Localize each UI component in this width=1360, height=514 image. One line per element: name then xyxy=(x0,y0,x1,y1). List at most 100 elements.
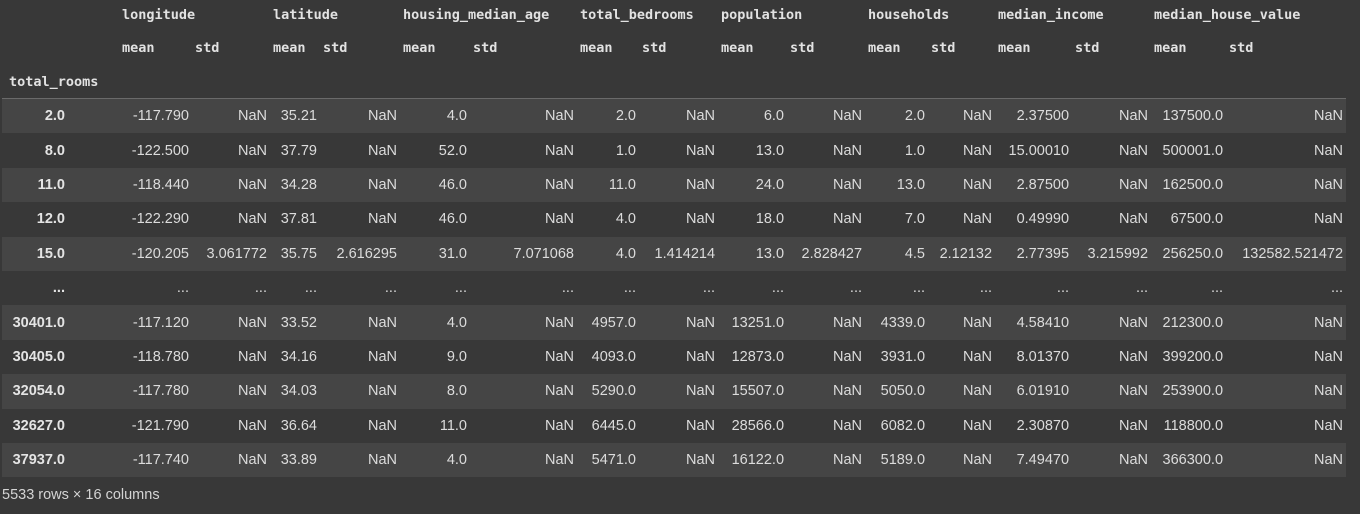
column-header-latitude: latitude xyxy=(273,7,339,23)
table-cell: NaN xyxy=(320,374,400,409)
table-cell: ... xyxy=(928,270,996,306)
table-cell: NaN xyxy=(639,442,719,478)
table-cell: ... xyxy=(1226,270,1347,306)
row-index: 12.0 xyxy=(2,202,119,237)
table-cell: 5189.0 xyxy=(865,442,929,478)
sub-header-std: std xyxy=(931,40,956,56)
table-cell: ... xyxy=(1151,270,1227,306)
column-header-population: population xyxy=(721,7,803,23)
table-cell: NaN xyxy=(1226,305,1347,340)
table-cell: 7.49470 xyxy=(995,442,1073,478)
table-cell: 28566.0 xyxy=(718,408,788,443)
table-cell: 15.00010 xyxy=(995,133,1073,168)
table-cell: 4.58410 xyxy=(995,305,1073,340)
column-header-housing-median-age: housing_median_age xyxy=(403,7,550,23)
table-cell: 4.0 xyxy=(400,305,470,340)
sub-header-mean: mean xyxy=(403,40,436,56)
column-header-total-bedrooms: total_bedrooms xyxy=(580,7,694,23)
table-cell: -118.440 xyxy=(119,167,192,203)
sub-header-mean: mean xyxy=(580,40,613,56)
table-cell: NaN xyxy=(1072,98,1152,134)
table-cell: 162500.0 xyxy=(1151,167,1227,203)
table-cell: NaN xyxy=(639,374,719,409)
table-row: 12.0 -122.290 NaN 37.81 NaN 46.0 NaN 4.0 NaN 18.0… xyxy=(2,202,1347,237)
table-cell: 36.64 xyxy=(270,408,320,443)
row-index: 32054.0 xyxy=(2,374,119,409)
table-cell: ... xyxy=(995,270,1073,306)
table-cell: NaN xyxy=(192,442,270,478)
table-cell: NaN xyxy=(192,305,270,340)
column-header-households: households xyxy=(868,7,950,23)
table-cell: NaN xyxy=(1072,442,1152,478)
table-cell: NaN xyxy=(787,133,866,168)
table-cell: NaN xyxy=(639,133,719,168)
header-corner-sub xyxy=(2,30,119,66)
table-cell: NaN xyxy=(320,202,400,237)
table-cell: NaN xyxy=(928,202,996,237)
column-header-median-house-value: median_house_value xyxy=(1154,7,1301,23)
table-cell: NaN xyxy=(1226,202,1347,237)
table-cell: 366300.0 xyxy=(1151,442,1227,478)
table-cell: NaN xyxy=(320,339,400,375)
table-cell: NaN xyxy=(928,339,996,375)
table-cell: 2.0 xyxy=(577,98,639,134)
table-cell: -122.290 xyxy=(119,202,192,237)
table-cell: 1.414214 xyxy=(639,236,719,271)
table-cell: NaN xyxy=(192,408,270,443)
table-cell: 2.616295 xyxy=(320,236,400,271)
table-cell: 13.0 xyxy=(865,167,929,203)
table-cell: 37.79 xyxy=(270,133,320,168)
row-index: 32627.0 xyxy=(2,408,119,443)
table-cell: NaN xyxy=(1072,374,1152,409)
table-cell: 2.0 xyxy=(865,98,929,134)
table-cell: 11.0 xyxy=(577,167,639,203)
table-cell: NaN xyxy=(1072,133,1152,168)
table-row: 32054.0 -117.780 NaN 34.03 NaN 8.0 NaN 5290.0 Na… xyxy=(2,374,1347,409)
table-cell: NaN xyxy=(787,305,866,340)
table-cell: NaN xyxy=(1226,133,1347,168)
table-cell: 4.0 xyxy=(577,236,639,271)
table-cell: 1.0 xyxy=(865,133,929,168)
table-cell: -122.500 xyxy=(119,133,192,168)
table-cell: 24.0 xyxy=(718,167,788,203)
table-cell: ... xyxy=(192,270,270,306)
table-cell: 7.071068 xyxy=(470,236,577,271)
table-cell: NaN xyxy=(470,442,577,478)
table-cell: NaN xyxy=(1072,202,1152,237)
table-cell: ... xyxy=(639,270,719,306)
table-cell: 4.0 xyxy=(400,98,470,134)
table-cell: NaN xyxy=(928,408,996,443)
sub-header-mean: mean xyxy=(122,40,155,56)
table-cell: ... xyxy=(718,270,788,306)
table-cell: -121.790 xyxy=(119,408,192,443)
table-cell: 18.0 xyxy=(718,202,788,237)
table-cell: NaN xyxy=(928,442,996,478)
table-body: 2.0 -117.790 NaN 35.21 NaN 4.0 NaN 2.0 NaN 6.0 NaN… xyxy=(2,98,1347,478)
table-cell: NaN xyxy=(928,167,996,203)
table-row: 15.0 -120.205 3.061772 35.75 2.616295 31.0 7.0… xyxy=(2,236,1347,271)
table-cell: NaN xyxy=(470,98,577,134)
table-cell: NaN xyxy=(192,167,270,203)
table-cell: -117.790 xyxy=(119,98,192,134)
table-cell: NaN xyxy=(787,408,866,443)
table-cell: NaN xyxy=(1226,167,1347,203)
table-cell: NaN xyxy=(639,408,719,443)
table-cell: 33.89 xyxy=(270,442,320,478)
table-cell: 500001.0 xyxy=(1151,133,1227,168)
table-cell: NaN xyxy=(320,442,400,478)
column-header-row-sub: mean std mean std mean std mean std mean… xyxy=(2,30,1346,66)
table-cell: 3.061772 xyxy=(192,236,270,271)
table-cell: 9.0 xyxy=(400,339,470,375)
sub-header-std: std xyxy=(473,40,498,56)
table-cell: -118.780 xyxy=(119,339,192,375)
table-cell: NaN xyxy=(1072,167,1152,203)
table-cell: NaN xyxy=(192,202,270,237)
table-cell: 46.0 xyxy=(400,167,470,203)
table-cell: 8.0 xyxy=(400,374,470,409)
table-cell: 118800.0 xyxy=(1151,408,1227,443)
table-cell: 4339.0 xyxy=(865,305,929,340)
table-cell: 8.01370 xyxy=(995,339,1073,375)
table-cell: 253900.0 xyxy=(1151,374,1227,409)
table-cell: ... xyxy=(470,270,577,306)
table-cell: 6445.0 xyxy=(577,408,639,443)
